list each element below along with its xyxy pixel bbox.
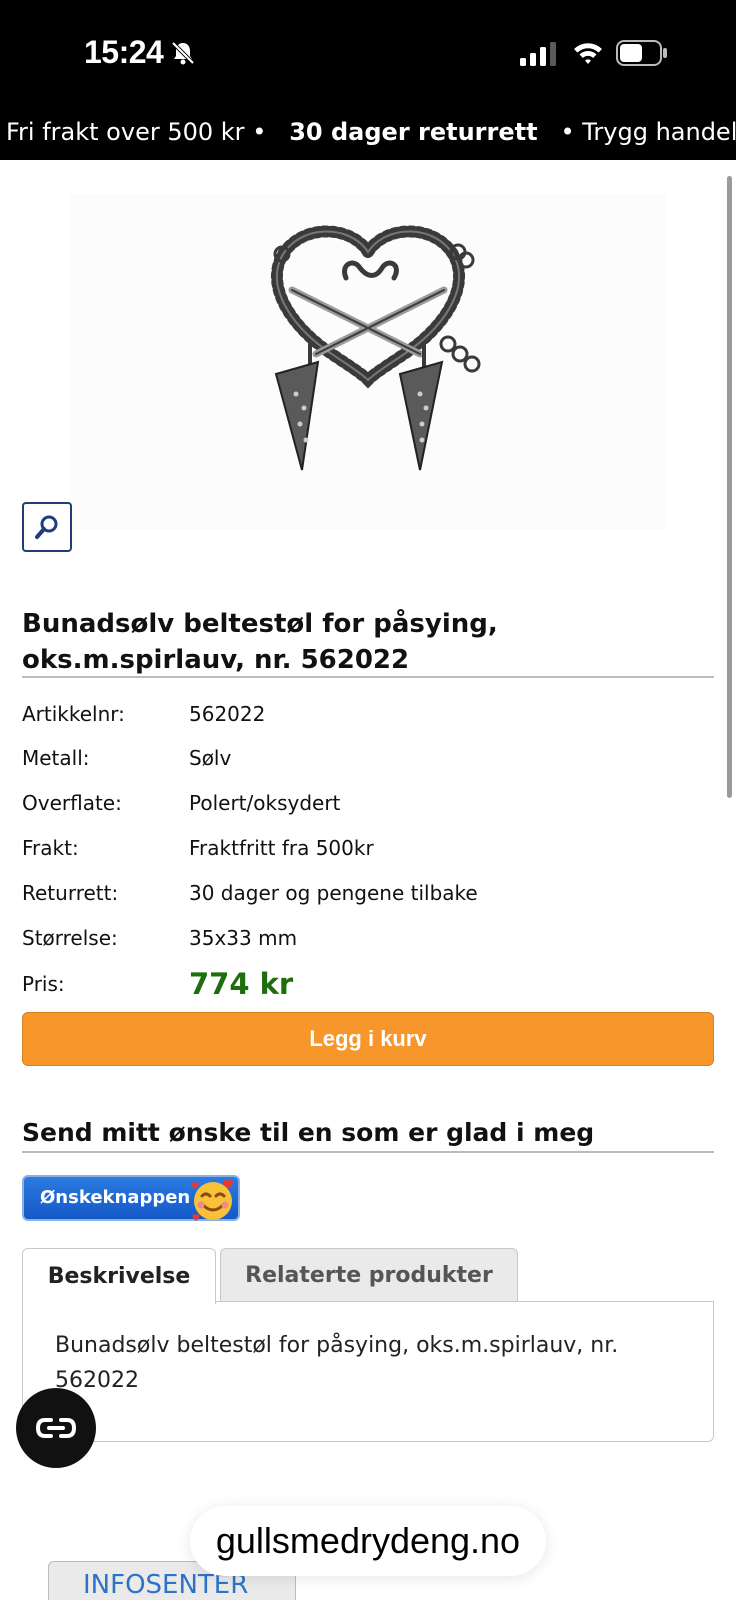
spec-label: Artikkelnr:: [22, 702, 125, 726]
promo-banner: Fri frakt over 500 kr • 30 dager returre…: [0, 104, 736, 160]
promo-separator: •: [252, 118, 267, 146]
spec-value: Fraktfritt fra 500kr: [189, 836, 374, 860]
wish-button-label: Ønskeknappen: [40, 1187, 191, 1208]
promo-free-shipping: Fri frakt over 500 kr: [6, 118, 245, 146]
chat-button[interactable]: [16, 1388, 96, 1468]
spec-value: 562022: [189, 702, 266, 726]
tab-related-products[interactable]: Relaterte produkter: [220, 1248, 518, 1302]
spec-label: Metall:: [22, 746, 90, 770]
battery-icon: [616, 40, 667, 66]
spec-row-returns: Returrett: 30 dager og pengene tilbake: [22, 871, 714, 915]
browser-url-bar[interactable]: gullsmedrydeng.no: [190, 1506, 546, 1576]
spec-row-size: Størrelse: 35x33 mm: [22, 916, 714, 960]
spec-label: Returrett:: [22, 881, 119, 905]
spec-label: Overflate:: [22, 791, 122, 815]
heart-eyes-emoji-icon: [191, 1179, 234, 1221]
spec-label: Frakt:: [22, 836, 79, 860]
tab-panel-description: Bunadsølv beltestøl for påsying, oks.m.s…: [22, 1301, 714, 1442]
wish-heading: Send mitt ønske til en som er glad i meg: [22, 1118, 595, 1147]
product-image[interactable]: [70, 194, 666, 530]
price-label: Pris:: [22, 972, 65, 996]
status-time: 15:24: [84, 34, 164, 70]
spec-value: Sølv: [189, 746, 232, 770]
signal-icon: [520, 42, 556, 66]
zoom-button[interactable]: [22, 502, 72, 552]
bell-slash-icon: [171, 41, 195, 65]
promo-safe-trade: Trygg handel: [582, 118, 736, 146]
product-title: Bunadsølv beltestøl for påsying, oks.m.s…: [22, 609, 498, 675]
spec-row-article: Artikkelnr: 562022: [22, 692, 714, 736]
spec-label: Størrelse:: [22, 926, 118, 950]
spec-row-shipping: Frakt: Fraktfritt fra 500kr: [22, 826, 714, 870]
divider: [22, 676, 714, 678]
spec-row-price: Pris: 774 kr: [22, 962, 714, 1006]
promo-returns: 30 dager returrett: [289, 118, 538, 146]
status-bar: 15:24: [0, 0, 736, 104]
page-scrollbar[interactable]: [727, 176, 732, 798]
spec-row-surface: Overflate: Polert/oksydert: [22, 781, 714, 825]
tab-description[interactable]: Beskrivelse: [22, 1248, 216, 1304]
spec-row-metal: Metall: Sølv: [22, 736, 714, 780]
add-to-cart-button[interactable]: Legg i kurv: [22, 1012, 714, 1066]
divider: [22, 1151, 714, 1153]
spec-value: 35x33 mm: [189, 926, 298, 950]
description-text: Bunadsølv beltestøl for påsying, oks.m.s…: [55, 1333, 619, 1393]
magnifier-icon: [35, 515, 58, 539]
promo-separator: •: [560, 118, 575, 146]
chat-icon: [35, 1418, 77, 1438]
spec-value: Polert/oksydert: [189, 791, 341, 815]
spec-value: 30 dager og pengene tilbake: [189, 881, 478, 905]
price-value: 774 kr: [189, 967, 294, 1001]
wish-button[interactable]: Ønskeknappen: [22, 1175, 240, 1221]
wifi-icon: [574, 43, 602, 64]
